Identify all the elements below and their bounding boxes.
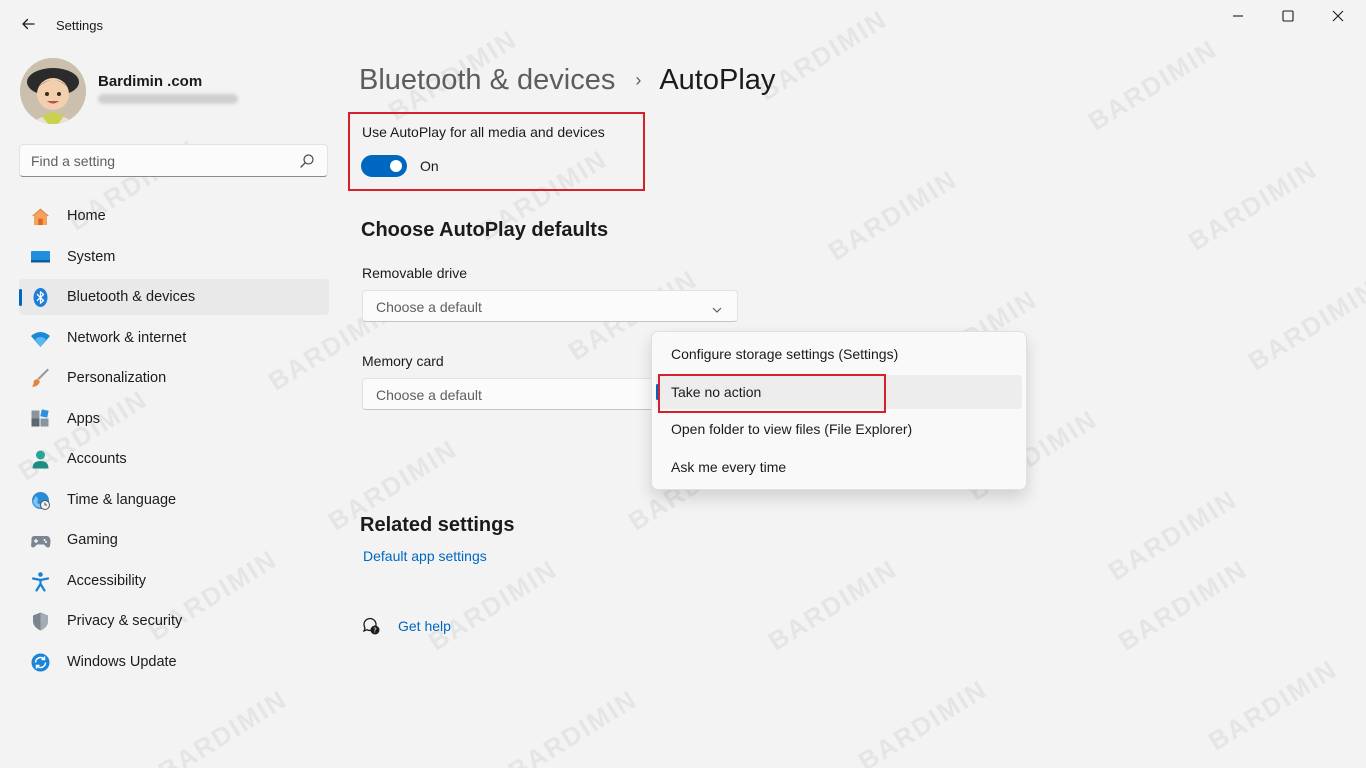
sidebar-item-label: Privacy & security — [67, 613, 183, 629]
help-chat-icon: ? — [361, 616, 381, 636]
monitor-icon — [30, 247, 51, 268]
sidebar-item-gaming[interactable]: Gaming — [19, 522, 329, 558]
sidebar-item-label: Time & language — [67, 491, 177, 508]
get-help-link[interactable]: Get help — [398, 618, 451, 634]
apps-icon — [30, 408, 51, 430]
accessibility-icon — [30, 571, 51, 592]
dropdown-value: Choose a default — [376, 387, 482, 403]
bluetooth-icon — [30, 287, 51, 308]
sidebar-nav: Home System Bluetooth & devices Network … — [19, 198, 329, 684]
memory-card-dropdown[interactable]: Choose a default — [362, 378, 662, 410]
sidebar-item-label: Network & internet — [67, 329, 187, 346]
watermark-text: BARDIMIN — [1082, 33, 1223, 137]
sidebar-item-label: System — [67, 248, 116, 265]
section-title-defaults: Choose AutoPlay defaults — [361, 219, 609, 241]
sidebar-item-accessibility[interactable]: Accessibility — [19, 563, 329, 599]
menu-item-label: Configure storage settings (Settings) — [671, 346, 899, 362]
menu-item-configure-storage[interactable]: Configure storage settings (Settings) — [656, 337, 1022, 371]
sidebar-item-system[interactable]: System — [19, 239, 329, 275]
person-icon — [30, 449, 51, 470]
wifi-icon — [30, 328, 51, 349]
search-input[interactable] — [31, 152, 291, 170]
sidebar-item-network[interactable]: Network & internet — [19, 320, 329, 356]
svg-text:?: ? — [373, 627, 377, 635]
sidebar-item-home[interactable]: Home — [19, 198, 329, 234]
search-box[interactable] — [19, 144, 328, 177]
watermark-text: BARDIMIN — [1102, 483, 1243, 587]
sidebar-item-apps[interactable]: Apps — [19, 401, 329, 437]
default-app-settings-link[interactable]: Default app settings — [363, 548, 487, 564]
annotation-highlight-option — [658, 374, 886, 413]
sidebar-item-personalization[interactable]: Personalization — [19, 360, 329, 396]
menu-item-label: Open folder to view files (File Explorer… — [671, 421, 913, 437]
watermark-text: BARDIMIN — [852, 673, 993, 768]
arrow-left-icon — [21, 17, 35, 36]
toggle-knob — [390, 160, 402, 172]
menu-item-label: Ask me every time — [671, 459, 787, 475]
app-title: Settings — [56, 18, 103, 33]
breadcrumb-separator: › — [635, 69, 642, 90]
user-name: Bardimin .com — [98, 73, 203, 90]
watermark-text: BARDIMIN — [1182, 153, 1323, 257]
menu-item-ask-every-time[interactable]: Ask me every time — [656, 450, 1022, 484]
title-bar: Settings — [0, 0, 1366, 48]
sidebar-item-time-language[interactable]: Time & language — [19, 482, 329, 518]
sidebar-item-label: Accessibility — [67, 572, 146, 589]
sidebar-item-label: Windows Update — [67, 653, 177, 670]
autoplay-toggle-label: Use AutoPlay for all media and devices — [362, 124, 605, 140]
watermark-text: BARDIMIN — [1112, 553, 1253, 657]
watermark-text: BARDIMIN — [422, 553, 563, 657]
breadcrumb: Bluetooth & devices › AutoPlay — [359, 60, 775, 100]
maximize-button[interactable] — [1268, 6, 1308, 30]
watermark-text: BARDIMIN — [762, 553, 903, 657]
chevron-down-icon — [711, 302, 723, 313]
minimize-icon — [1232, 9, 1244, 27]
sidebar-item-privacy-security[interactable]: Privacy & security — [19, 603, 329, 639]
watermark-text: BARDIMIN — [502, 683, 643, 768]
sidebar-item-bluetooth-devices[interactable]: Bluetooth & devices — [19, 279, 329, 315]
sidebar-item-label: Accounts — [67, 451, 127, 467]
watermark-text: BARDIMIN — [1242, 273, 1366, 377]
sidebar-item-accounts[interactable]: Accounts — [19, 441, 329, 477]
section-title-related: Related settings — [360, 514, 515, 536]
page-title: AutoPlay — [659, 63, 776, 96]
memory-card-label: Memory card — [362, 353, 444, 369]
minimize-button[interactable] — [1218, 6, 1258, 30]
toggle-state-text: On — [420, 158, 439, 174]
dropdown-value: Choose a default — [376, 299, 482, 315]
close-button[interactable] — [1318, 6, 1358, 30]
brush-icon — [30, 368, 51, 389]
maximize-icon — [1282, 9, 1294, 27]
back-button[interactable] — [14, 12, 42, 40]
removable-drive-label: Removable drive — [362, 265, 468, 281]
close-icon — [1332, 9, 1344, 27]
globe-clock-icon — [30, 490, 51, 511]
sidebar-item-windows-update[interactable]: Windows Update — [19, 644, 329, 680]
removable-drive-dropdown[interactable]: Choose a default — [362, 290, 738, 322]
watermark-text: BARDIMIN — [1202, 653, 1343, 757]
menu-item-open-folder[interactable]: Open folder to view files (File Explorer… — [656, 412, 1022, 446]
sidebar-item-label: Bluetooth & devices — [67, 289, 196, 305]
sidebar-item-label: Apps — [67, 410, 101, 427]
sidebar-item-label: Gaming — [67, 532, 118, 548]
shield-icon — [30, 611, 51, 632]
gamepad-icon — [30, 530, 51, 551]
autoplay-toggle[interactable] — [361, 155, 407, 177]
breadcrumb-parent[interactable]: Bluetooth & devices — [359, 64, 615, 97]
avatar[interactable] — [20, 58, 86, 124]
watermark-text: BARDIMIN — [152, 683, 293, 768]
search-icon[interactable] — [299, 153, 315, 169]
sidebar-item-label: Personalization — [67, 370, 167, 386]
user-email-redacted — [98, 94, 238, 106]
sidebar-item-label: Home — [67, 208, 106, 224]
update-icon — [30, 652, 51, 673]
watermark-text: BARDIMIN — [822, 163, 963, 267]
home-icon — [30, 206, 51, 227]
